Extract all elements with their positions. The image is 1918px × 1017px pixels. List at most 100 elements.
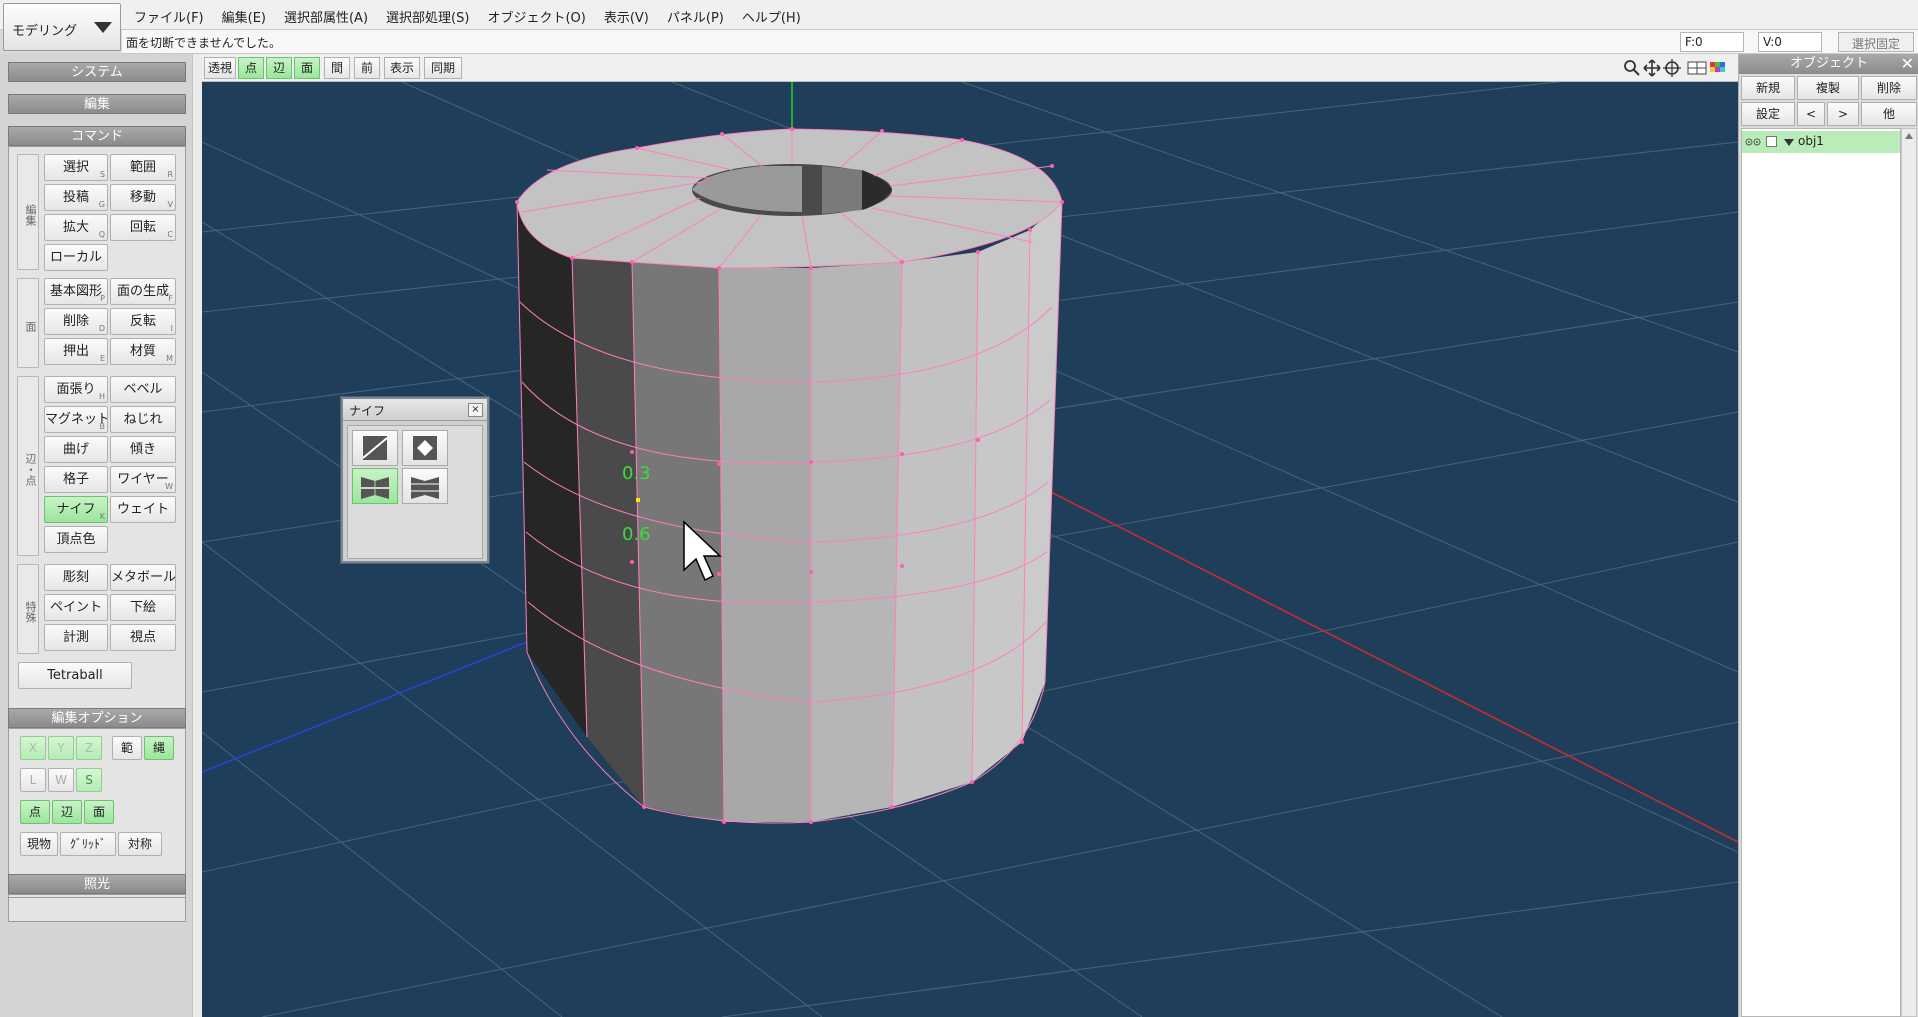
knife-point-mode-button[interactable] bbox=[402, 430, 448, 466]
left-panel-scrollbar[interactable] bbox=[192, 54, 202, 1017]
menu-panel[interactable]: パネル(P) bbox=[658, 4, 733, 26]
move-button[interactable]: 移動 V bbox=[110, 184, 176, 211]
weight-button[interactable]: ウェイト bbox=[110, 496, 176, 523]
object-list-scrollbar[interactable] bbox=[1901, 128, 1917, 1017]
edit-header[interactable]: 編集 bbox=[8, 94, 186, 114]
move-label: 移動 bbox=[129, 190, 156, 205]
layout-icon[interactable] bbox=[1687, 61, 1707, 75]
edit-options-header[interactable]: 編集オプション bbox=[8, 708, 186, 728]
zoom-icon[interactable] bbox=[1624, 60, 1640, 76]
cylinder-mesh[interactable] bbox=[517, 129, 1062, 822]
project-button[interactable]: 投稿 G bbox=[44, 184, 108, 211]
grid-toggle[interactable]: ｸﾞﾘｯﾄﾞ bbox=[60, 832, 116, 856]
color-palette-icon[interactable] bbox=[1710, 62, 1725, 72]
show-point-toggle[interactable]: 点 bbox=[238, 57, 264, 79]
face-mode-toggle[interactable]: 面 bbox=[84, 800, 114, 824]
metaball-button[interactable]: メタボール粘 bbox=[110, 564, 176, 591]
symmetry-toggle[interactable]: 対称 bbox=[118, 832, 162, 856]
select-button[interactable]: 選択 S bbox=[44, 154, 108, 181]
front-button[interactable]: 前 bbox=[354, 57, 380, 79]
selection-lock-button[interactable]: 選択固定 bbox=[1838, 32, 1914, 52]
tilt-button[interactable]: 傾き bbox=[110, 436, 176, 463]
material-button[interactable]: 材質 M bbox=[110, 338, 176, 365]
list-item[interactable]: obj1 bbox=[1742, 131, 1900, 153]
axis-z-toggle[interactable]: Z bbox=[76, 736, 102, 760]
local-coord-toggle[interactable]: L bbox=[20, 768, 46, 792]
face-generate-key: F bbox=[168, 294, 173, 303]
show-edge-toggle[interactable]: 辺 bbox=[266, 57, 292, 79]
rope-select-toggle[interactable]: 縄 bbox=[144, 736, 174, 760]
delete-object-button[interactable]: 削除 bbox=[1861, 76, 1917, 100]
world-coord-toggle[interactable]: W bbox=[48, 768, 74, 792]
close-icon[interactable]: ✕ bbox=[1901, 55, 1914, 73]
knife-line-icon bbox=[362, 436, 388, 460]
primitive-button[interactable]: 基本図形 P bbox=[44, 278, 108, 305]
wire-button[interactable]: ワイヤー W bbox=[110, 466, 176, 493]
face-generate-button[interactable]: 面の生成 F bbox=[110, 278, 176, 305]
sync-button[interactable]: 同期 bbox=[424, 57, 462, 79]
magnet-button[interactable]: マグネット B bbox=[44, 406, 108, 433]
twist-button[interactable]: ねじれ bbox=[110, 406, 176, 433]
viewpoint-button[interactable]: 視点 bbox=[110, 624, 176, 651]
pan-icon[interactable] bbox=[1643, 59, 1661, 77]
duplicate-object-button[interactable]: 複製 bbox=[1797, 76, 1859, 100]
underlay-button[interactable]: 下絵 bbox=[110, 594, 176, 621]
object-prev-button[interactable]: < bbox=[1797, 102, 1825, 126]
current-object-toggle[interactable]: 現物 bbox=[20, 832, 58, 856]
sculpt-button[interactable]: 彫刻 bbox=[44, 564, 108, 591]
paint-button[interactable]: ペイント bbox=[44, 594, 108, 621]
knife-dialog-close-button[interactable]: × bbox=[468, 403, 483, 417]
perspective-button[interactable]: 透視 bbox=[204, 57, 236, 79]
scroll-up-icon[interactable] bbox=[1905, 133, 1913, 139]
expand-triangle-icon[interactable] bbox=[1784, 139, 1794, 146]
range-button[interactable]: 範囲 R bbox=[110, 154, 176, 181]
measure-button[interactable]: 計測 bbox=[44, 624, 108, 651]
axis-y-toggle[interactable]: Y bbox=[48, 736, 74, 760]
bevel-button[interactable]: ベベル bbox=[110, 376, 176, 403]
menu-object[interactable]: オブジェクト(O) bbox=[478, 4, 594, 26]
tetraball-button[interactable]: Tetraball bbox=[18, 662, 132, 689]
show-face-toggle[interactable]: 面 bbox=[294, 57, 320, 79]
menu-edit[interactable]: 編集(E) bbox=[213, 4, 275, 26]
knife-ring-mode-button[interactable] bbox=[352, 468, 398, 504]
knife-button[interactable]: ナイフ K bbox=[44, 496, 108, 523]
lattice-button[interactable]: 格子 bbox=[44, 466, 108, 493]
lock-checkbox[interactable] bbox=[1766, 136, 1777, 147]
command-header[interactable]: コマンド bbox=[8, 126, 186, 146]
object-next-button[interactable]: > bbox=[1827, 102, 1859, 126]
menu-view[interactable]: 表示(V) bbox=[595, 4, 658, 26]
menu-selection-attributes[interactable]: 選択部属性(A) bbox=[275, 4, 377, 26]
flip-button[interactable]: 反転 I bbox=[110, 308, 176, 335]
extrude-button[interactable]: 押出 E bbox=[44, 338, 108, 365]
range-select-toggle[interactable]: 範 bbox=[112, 736, 142, 760]
object-other-button[interactable]: 他 bbox=[1861, 102, 1917, 126]
lighting-header[interactable]: 照光 bbox=[8, 874, 186, 894]
rotate-button[interactable]: 回転 C bbox=[110, 214, 176, 241]
knife-multi-ring-mode-button[interactable] bbox=[402, 468, 448, 504]
new-object-button[interactable]: 新規 bbox=[1741, 76, 1795, 100]
visibility-eye-icon[interactable] bbox=[1744, 135, 1762, 149]
display-button[interactable]: 表示 bbox=[384, 57, 420, 79]
face-paste-button[interactable]: 面張り H bbox=[44, 376, 108, 403]
range-label: 範囲 bbox=[129, 160, 156, 175]
screen-coord-toggle[interactable]: S bbox=[76, 768, 102, 792]
local-button[interactable]: ローカル bbox=[44, 244, 108, 271]
knife-line-mode-button[interactable] bbox=[352, 430, 398, 466]
vertex-color-button[interactable]: 頂点色 bbox=[44, 526, 108, 553]
scale-button[interactable]: 拡大 Q bbox=[44, 214, 108, 241]
object-settings-button[interactable]: 設定 bbox=[1741, 102, 1795, 126]
point-mode-toggle[interactable]: 点 bbox=[20, 800, 50, 824]
delete-button[interactable]: 削除 D bbox=[44, 308, 108, 335]
group-label-edge-point: 辺・点 bbox=[17, 376, 39, 556]
system-header[interactable]: システム bbox=[8, 62, 186, 82]
rotate-view-icon[interactable] bbox=[1663, 59, 1681, 77]
bend-button[interactable]: 曲げ bbox=[44, 436, 108, 463]
between-button[interactable]: 間 bbox=[324, 57, 350, 79]
axis-x-toggle[interactable]: X bbox=[20, 736, 46, 760]
menu-file[interactable]: ファイル(F) bbox=[125, 4, 213, 26]
mode-dropdown[interactable]: モデリング bbox=[3, 3, 121, 51]
extrude-key: E bbox=[99, 354, 105, 363]
menu-selection-process[interactable]: 選択部処理(S) bbox=[377, 4, 478, 26]
edge-mode-toggle[interactable]: 辺 bbox=[52, 800, 82, 824]
menu-help[interactable]: ヘルプ(H) bbox=[733, 4, 810, 26]
